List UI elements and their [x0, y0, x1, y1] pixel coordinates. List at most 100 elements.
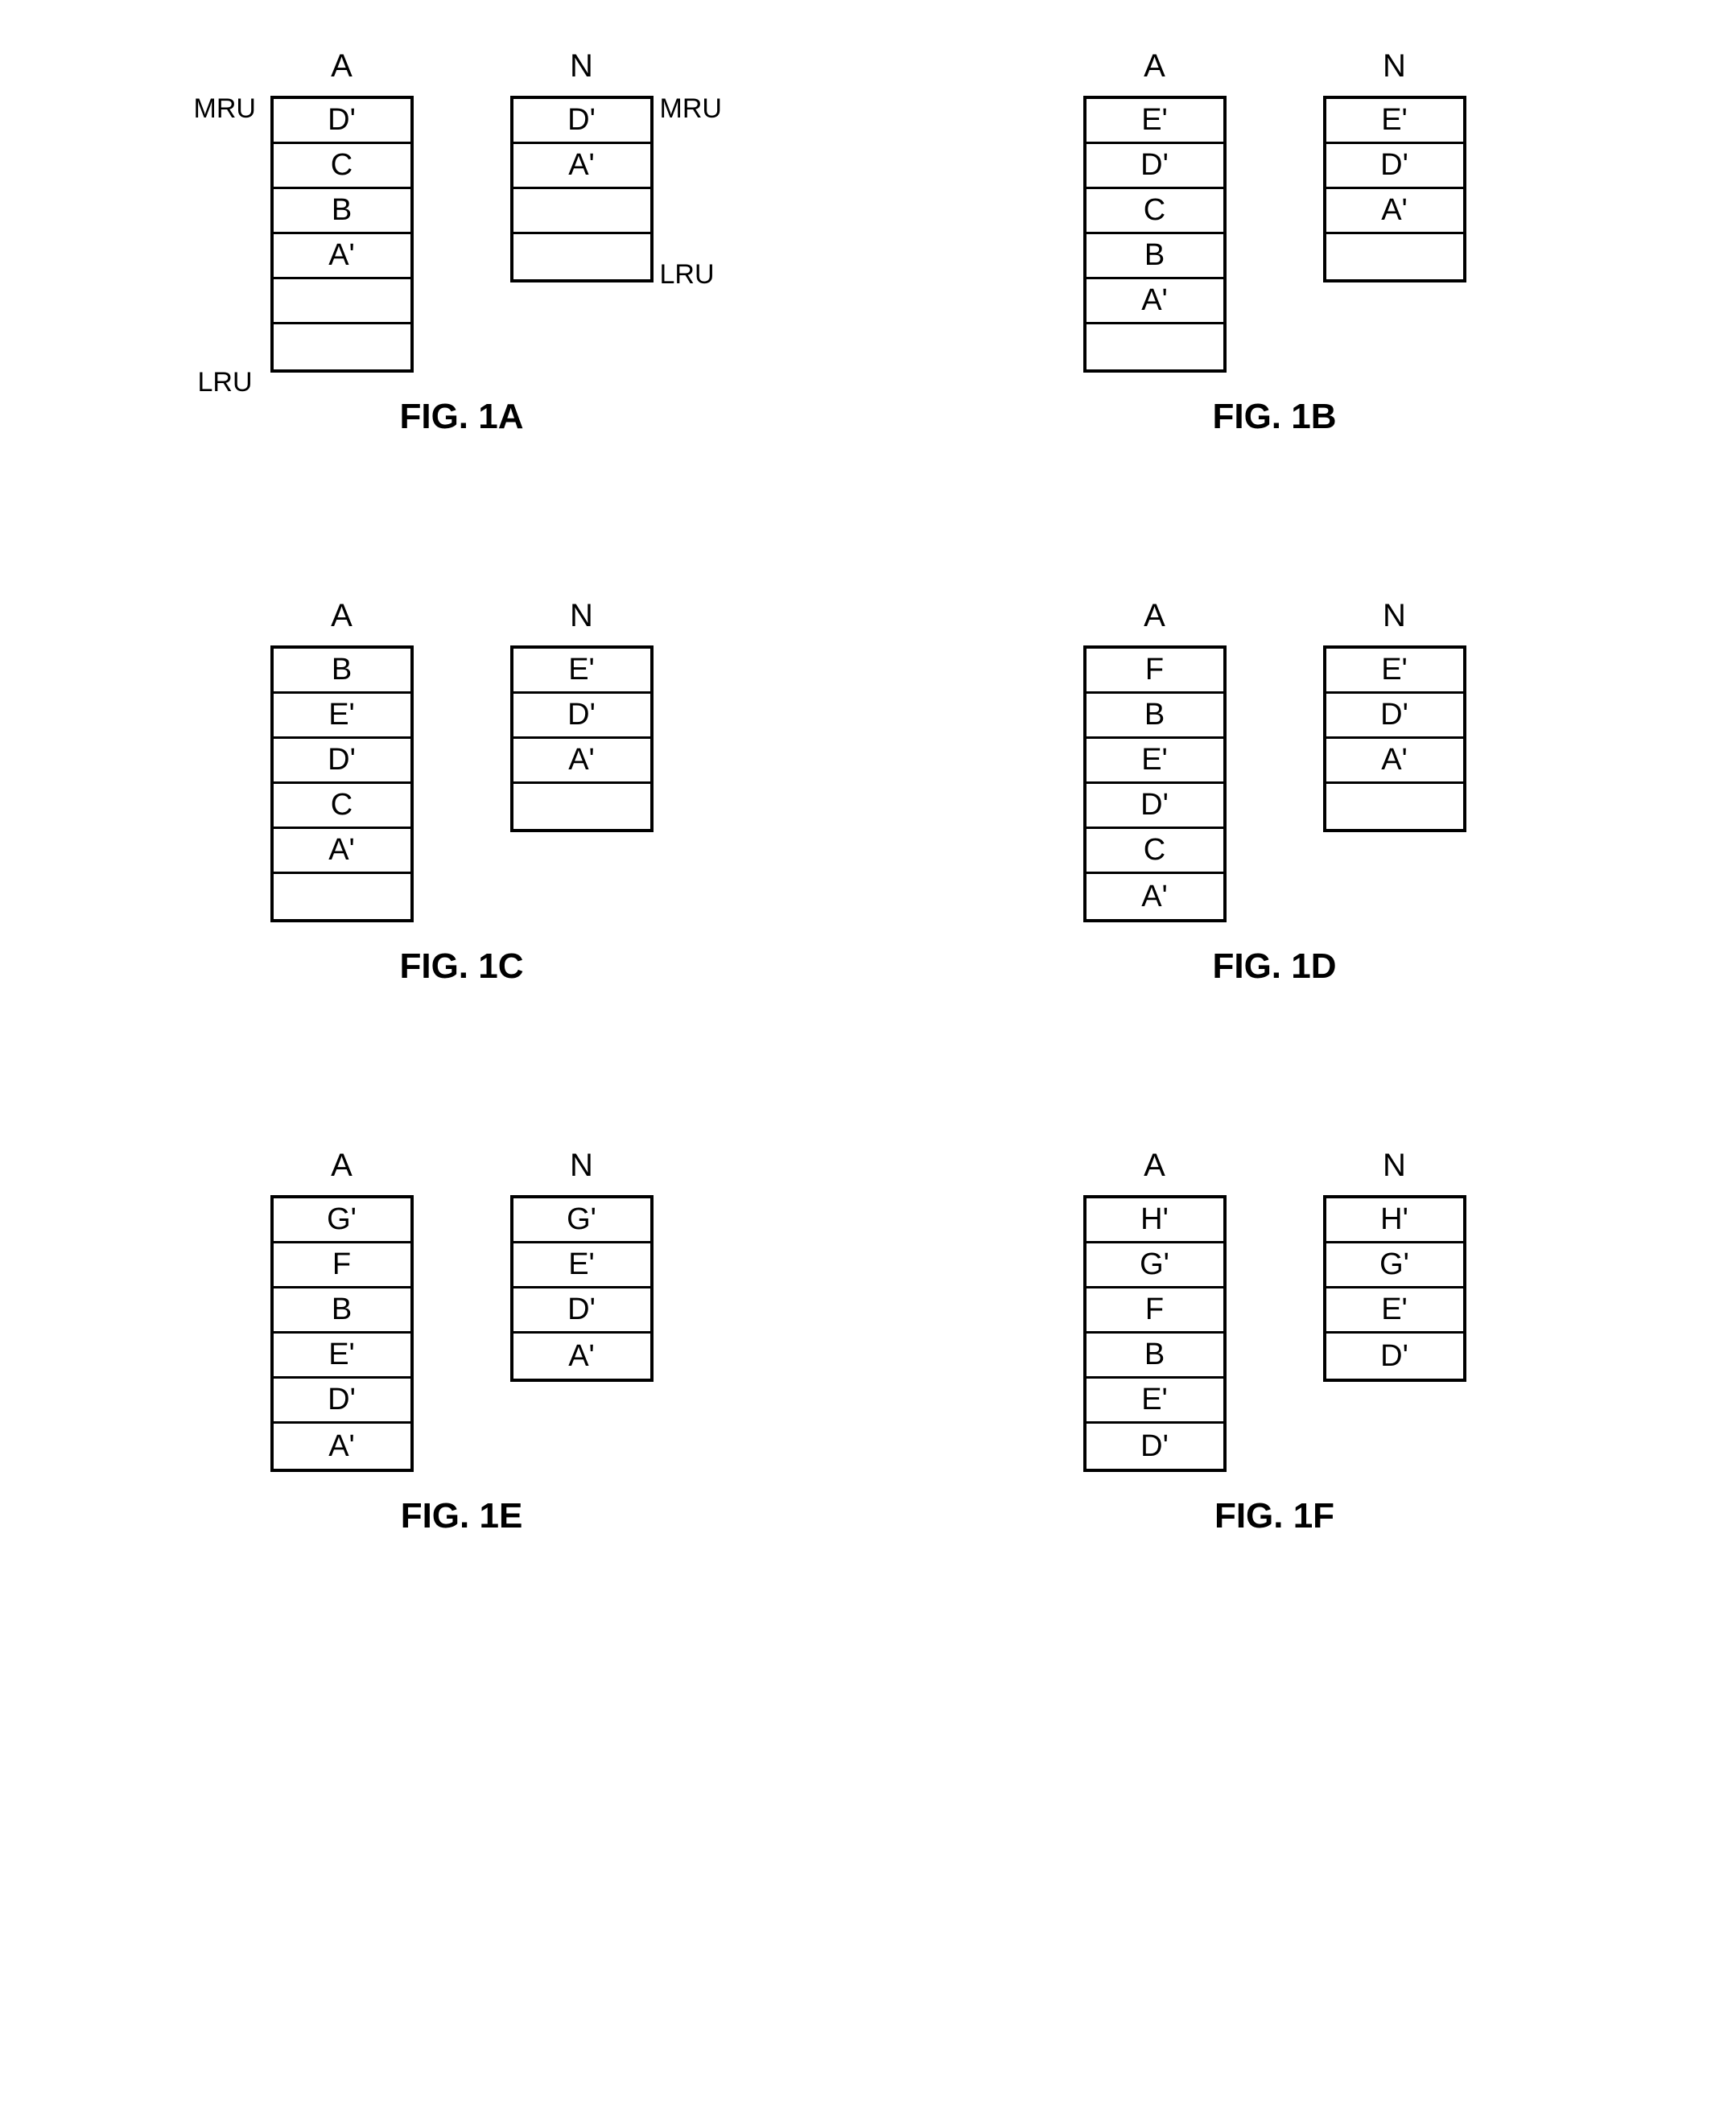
cache-stack: E'D'A' — [510, 645, 654, 832]
stacks-row: AE'D'CBA'NE'D'A' — [1083, 48, 1466, 373]
cache-cell: F — [1087, 1288, 1223, 1334]
stack-column: AD'CBA'MRULRU — [270, 48, 414, 373]
stack-header: A — [331, 598, 353, 634]
stack-header: A — [1144, 1148, 1165, 1184]
stacks-row: ABE'D'CA'NE'D'A' — [270, 598, 654, 922]
stack-header: A — [331, 1148, 353, 1184]
cache-cell: G' — [513, 1198, 650, 1243]
cache-cell: H' — [1326, 1198, 1463, 1243]
stack-header: A — [331, 48, 353, 85]
stack-column: A H'G'FBE'D' — [1083, 1148, 1227, 1472]
cache-cell: B — [1087, 694, 1223, 739]
cache-cell: G' — [274, 1198, 410, 1243]
cache-cell: D' — [274, 99, 410, 144]
cache-stack: G'FBE'D'A' — [270, 1195, 414, 1472]
cache-cell: D' — [1326, 1334, 1463, 1379]
stack-header: N — [570, 48, 593, 85]
stack-header: N — [1383, 1148, 1406, 1184]
figure-caption: FIG. 1B — [1212, 397, 1336, 437]
cache-cell — [1087, 324, 1223, 369]
cache-cell: D' — [274, 1379, 410, 1424]
cache-cell — [1326, 234, 1463, 279]
stacks-row: AH'G'FBE'D'NH'G'E'D' — [1083, 1148, 1466, 1472]
cache-cell: D' — [513, 99, 650, 144]
cache-cell: F — [274, 1243, 410, 1288]
mru-label-right: MRU — [660, 93, 722, 125]
figure-panel: AFBE'D'CA'NE'D'A'FIG. 1D — [917, 598, 1633, 987]
figure-caption: FIG. 1C — [399, 946, 523, 987]
cache-cell: D' — [1326, 144, 1463, 189]
cache-cell: E' — [274, 694, 410, 739]
cache-cell: E' — [1326, 1288, 1463, 1334]
lru-label-right: LRU — [660, 259, 715, 291]
cache-cell: E' — [274, 1334, 410, 1379]
cache-cell: D' — [1087, 144, 1223, 189]
mru-label-left: MRU — [194, 93, 256, 125]
cache-cell — [274, 279, 410, 324]
cache-cell: D' — [513, 694, 650, 739]
cache-stack: E'D'A' — [1323, 645, 1466, 832]
cache-cell: A' — [1087, 874, 1223, 919]
stack-header: N — [1383, 598, 1406, 634]
cache-stack: FBE'D'CA' — [1083, 645, 1227, 922]
cache-cell: B — [1087, 234, 1223, 279]
cache-cell — [513, 189, 650, 234]
cache-cell — [274, 874, 410, 919]
cache-cell: C — [274, 144, 410, 189]
figure-panel: AD'CBA'MRULRUND'A'MRULRUFIG. 1A — [104, 48, 820, 437]
cache-cell: A' — [1326, 189, 1463, 234]
stack-column: ND'A'MRULRU — [510, 48, 654, 282]
figure-panel: ABE'D'CA'NE'D'A'FIG. 1C — [104, 598, 820, 987]
cache-cell: E' — [1087, 99, 1223, 144]
cache-cell: A' — [274, 1424, 410, 1469]
cache-cell: C — [1087, 829, 1223, 874]
cache-cell: C — [1087, 189, 1223, 234]
cache-cell: E' — [1087, 1379, 1223, 1424]
figure-caption: FIG. 1A — [399, 397, 523, 437]
cache-cell: G' — [1087, 1243, 1223, 1288]
stack-header: A — [1144, 598, 1165, 634]
cache-cell: B — [274, 649, 410, 694]
figure-caption: FIG. 1E — [401, 1496, 523, 1536]
cache-stack: E'D'CBA' — [1083, 96, 1227, 373]
cache-cell: E' — [1087, 739, 1223, 784]
cache-cell — [513, 234, 650, 279]
cache-cell: B — [1087, 1334, 1223, 1379]
stack-header: A — [1144, 48, 1165, 85]
cache-cell: E' — [1326, 99, 1463, 144]
cache-cell: E' — [513, 1243, 650, 1288]
cache-cell: A' — [274, 234, 410, 279]
stacks-row: AG'FBE'D'A'NG'E'D'A' — [270, 1148, 654, 1472]
cache-cell: B — [274, 189, 410, 234]
cache-cell — [513, 784, 650, 829]
cache-stack: E'D'A' — [1323, 96, 1466, 282]
cache-cell: A' — [513, 739, 650, 784]
cache-cell: E' — [1326, 649, 1463, 694]
cache-stack: D'CBA' — [270, 96, 414, 373]
stack-column: N H'G'E'D' — [1323, 1148, 1466, 1382]
figure-panel: AG'FBE'D'A'NG'E'D'A'FIG. 1E — [104, 1148, 820, 1536]
stack-header: N — [570, 1148, 593, 1184]
stack-column: ABE'D'CA' — [270, 598, 414, 922]
cache-cell: A' — [513, 144, 650, 189]
figure-panel: AE'D'CBA'NE'D'A'FIG. 1B — [917, 48, 1633, 437]
cache-stack: D'A' — [510, 96, 654, 282]
stack-column: A G'FBE'D'A' — [270, 1148, 414, 1472]
cache-cell: A' — [1326, 739, 1463, 784]
stacks-row: AD'CBA'MRULRUND'A'MRULRU — [270, 48, 654, 373]
cache-cell: H' — [1087, 1198, 1223, 1243]
cache-cell: A' — [1087, 279, 1223, 324]
stack-header: N — [1383, 48, 1406, 85]
cache-cell: D' — [513, 1288, 650, 1334]
stacks-row: AFBE'D'CA'NE'D'A' — [1083, 598, 1466, 922]
stack-header: N — [570, 598, 593, 634]
cache-cell: G' — [1326, 1243, 1463, 1288]
cache-stack: H'G'E'D' — [1323, 1195, 1466, 1382]
cache-cell: D' — [1087, 1424, 1223, 1469]
cache-cell: D' — [1326, 694, 1463, 739]
cache-stack: H'G'FBE'D' — [1083, 1195, 1227, 1472]
cache-cell — [274, 324, 410, 369]
stack-column: N E'D'A' — [1323, 598, 1466, 832]
stack-column: N E'D'A' — [1323, 48, 1466, 282]
figure-panel: AH'G'FBE'D'NH'G'E'D'FIG. 1F — [917, 1148, 1633, 1536]
